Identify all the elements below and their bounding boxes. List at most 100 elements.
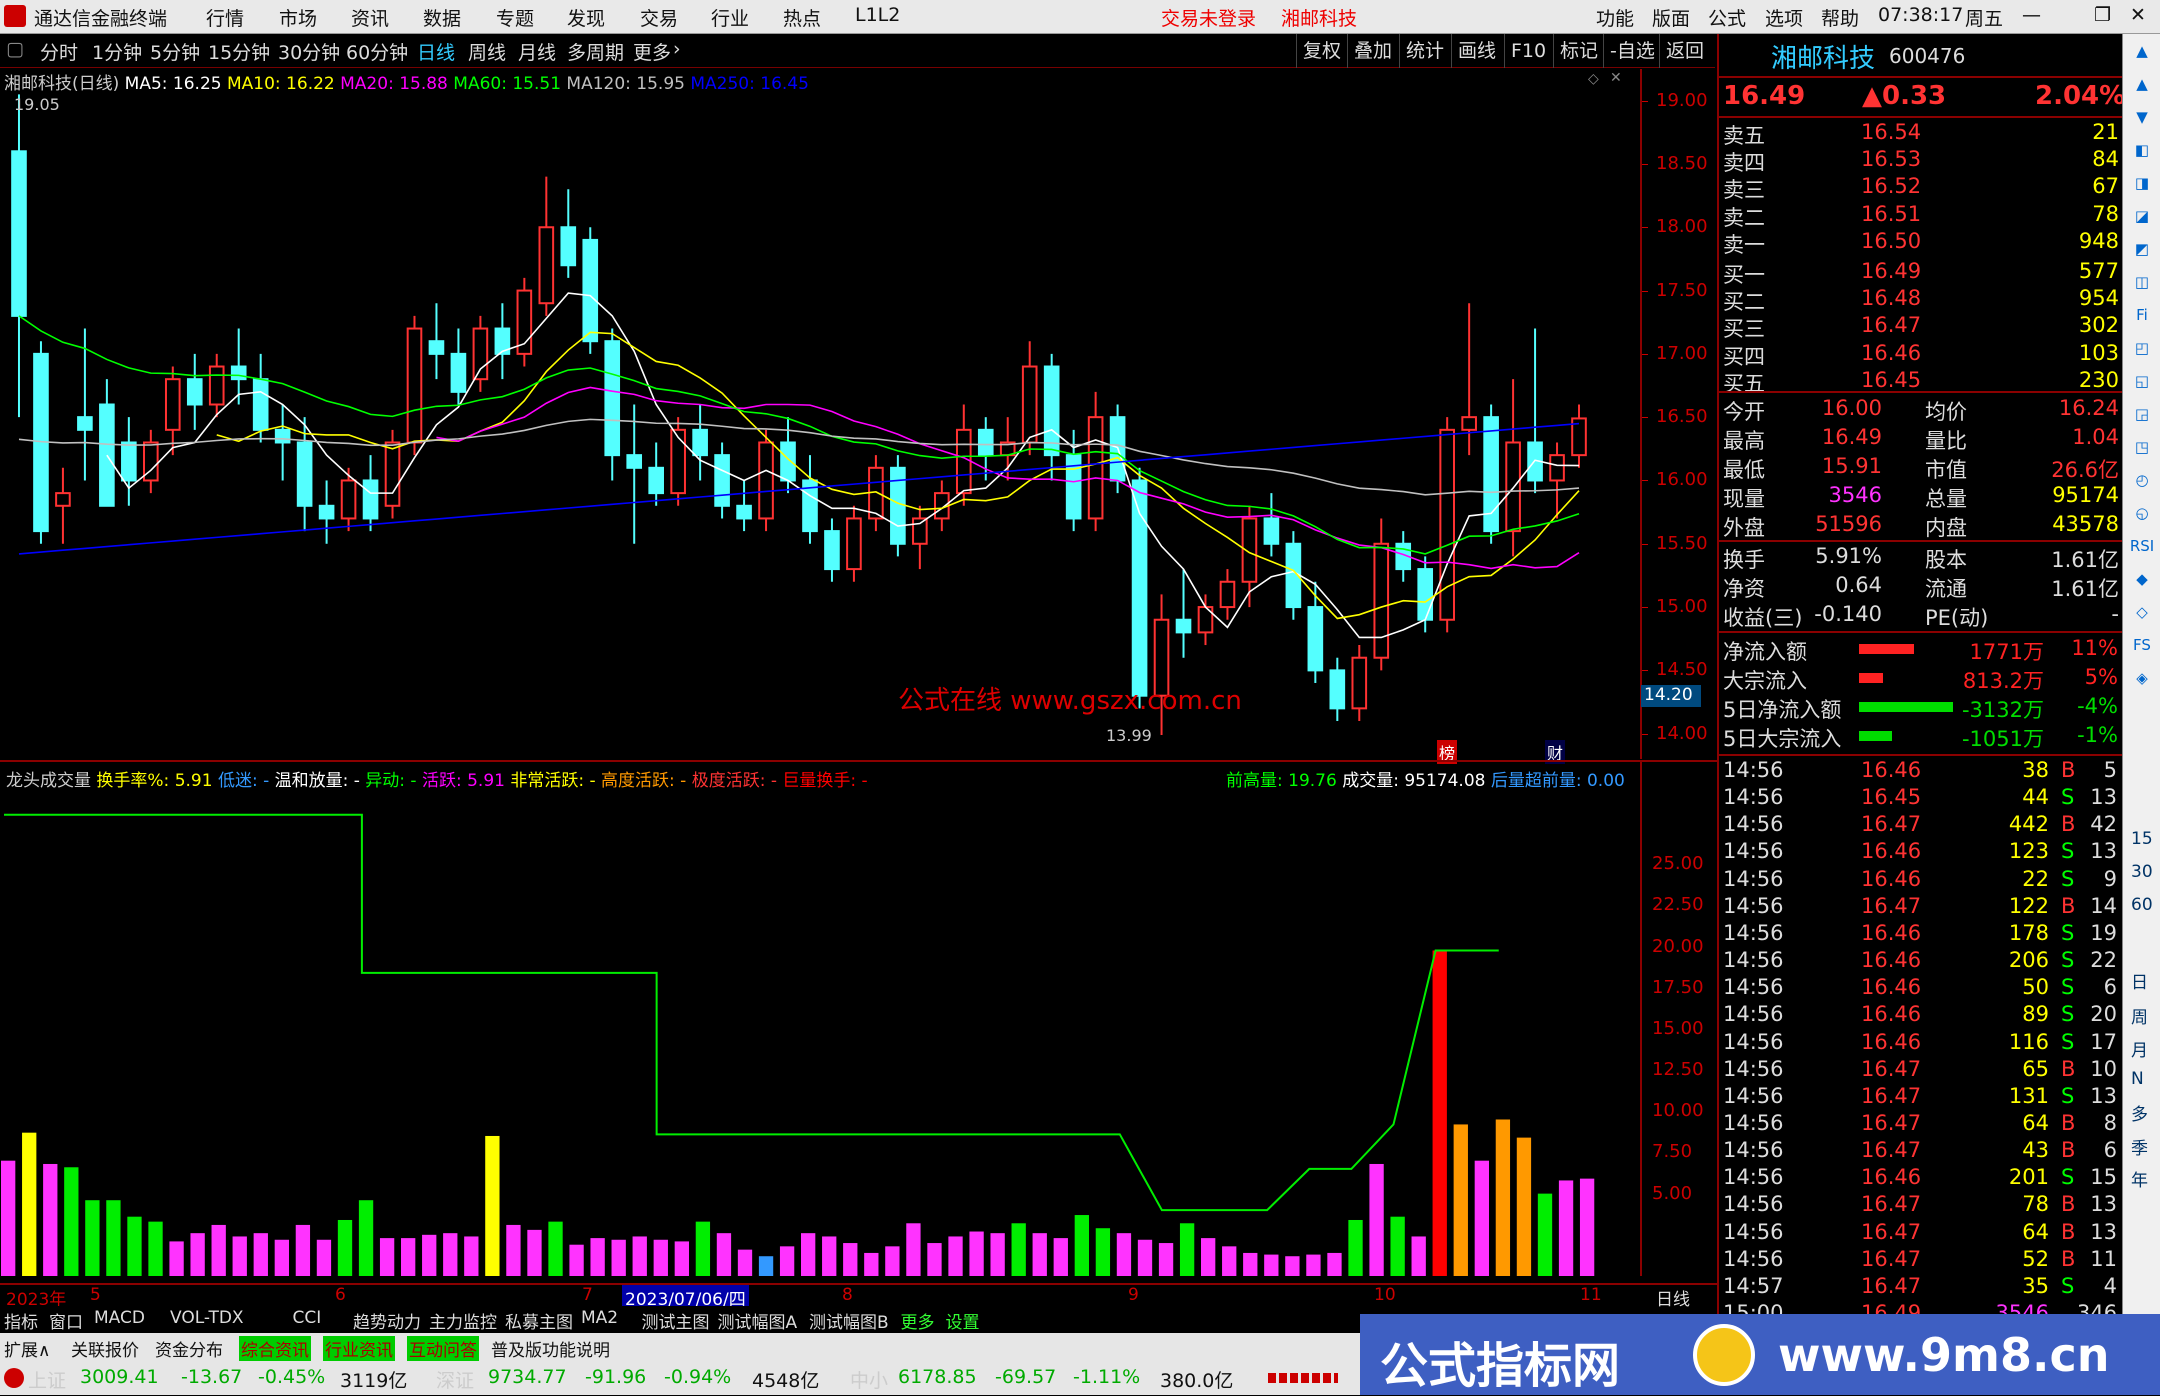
side-tool-icon[interactable]: ◫ xyxy=(2128,273,2156,299)
menu-item[interactable]: 资讯 xyxy=(351,4,389,31)
minimize-icon[interactable]: — xyxy=(2022,4,2041,26)
side-tool-icon[interactable]: ◳ xyxy=(2128,438,2156,464)
info-tab[interactable]: 综合资讯 xyxy=(239,1336,311,1361)
side-period-2[interactable]: 月 xyxy=(2131,1036,2148,1061)
side-tool-icon[interactable]: Fi xyxy=(2128,306,2156,332)
tf-tab[interactable]: 分时 xyxy=(40,38,78,65)
toolbar-button[interactable]: 统计 xyxy=(1399,34,1450,68)
menu-item[interactable]: 交易 xyxy=(640,4,678,31)
side-period-9[interactable]: 60 xyxy=(2131,895,2153,915)
menu-item[interactable]: 市场 xyxy=(279,4,317,31)
side-period-1[interactable]: 周 xyxy=(2131,1003,2148,1028)
tf-tab[interactable]: 60分钟 xyxy=(346,38,408,65)
info-tab[interactable]: 互动问答 xyxy=(407,1336,479,1361)
side-tool-icon[interactable]: ◴ xyxy=(2128,471,2156,497)
side-tool-icon[interactable]: ◱ xyxy=(2128,372,2156,398)
side-tool-icon[interactable]: ◵ xyxy=(2128,504,2156,530)
side-tool-icon[interactable]: ▼ xyxy=(2128,108,2156,134)
menu-item[interactable]: L1L2 xyxy=(855,4,900,26)
toolbar-button[interactable]: 返回 xyxy=(1659,34,1710,68)
info-tab[interactable]: 行业资讯 xyxy=(323,1336,395,1361)
tf-tab[interactable]: 多周期 xyxy=(567,38,624,65)
side-tool-icon[interactable]: ▲ xyxy=(2128,75,2156,101)
side-tool-icon[interactable]: FS xyxy=(2128,636,2156,662)
menu-item[interactable]: 热点 xyxy=(783,4,821,31)
volume-bar xyxy=(422,1234,437,1276)
tf-tab[interactable]: 5分钟 xyxy=(150,38,200,65)
info-tab[interactable]: 资金分布 xyxy=(155,1336,223,1361)
side-tool-icon[interactable]: ◩ xyxy=(2128,240,2156,266)
side-period-0[interactable]: 日 xyxy=(2131,968,2148,993)
toolbar-button[interactable]: 标记 xyxy=(1553,34,1604,68)
indicator-tab[interactable]: 设置 xyxy=(946,1308,980,1333)
login-status[interactable]: 交易未登录 xyxy=(1161,4,1256,31)
tf-tab[interactable]: 周线 xyxy=(468,38,506,65)
side-tool-icon[interactable]: ◧ xyxy=(2128,141,2156,167)
volume-chart[interactable] xyxy=(0,790,1640,1276)
toolbar-button[interactable]: 叠加 xyxy=(1347,34,1398,68)
order-row: 卖三 16.52 67 xyxy=(1719,174,2122,202)
indicator-tab[interactable]: 趋势动力 xyxy=(353,1308,421,1333)
menu-item-right[interactable]: 版面 xyxy=(1652,4,1690,31)
tf-tab[interactable]: 更多 xyxy=(633,38,671,65)
indicator-tab[interactable]: VOL-TDX xyxy=(170,1308,244,1328)
chart-settings-icon[interactable]: ▢ xyxy=(6,38,24,60)
price-chart[interactable] xyxy=(0,69,1640,759)
info-tab[interactable]: 关联报价 xyxy=(71,1336,139,1361)
menu-item-right[interactable]: 公式 xyxy=(1708,4,1746,31)
side-tool-icon[interactable]: ◈ xyxy=(2128,669,2156,695)
indicator-tab[interactable]: 主力监控 xyxy=(429,1308,497,1333)
side-tool-icon[interactable]: RSI xyxy=(2128,537,2156,563)
indicator-tab[interactable]: 指标 xyxy=(4,1308,38,1333)
toolbar-button[interactable]: 复权 xyxy=(1296,34,1347,68)
indicator-tab[interactable]: MACD xyxy=(94,1308,145,1328)
side-period-7[interactable]: 15 xyxy=(2131,829,2153,849)
side-period-8[interactable]: 30 xyxy=(2131,862,2153,882)
side-period-3[interactable]: N xyxy=(2131,1069,2144,1089)
tf-tab[interactable]: 15分钟 xyxy=(208,38,270,65)
tf-tab[interactable]: 1分钟 xyxy=(92,38,142,65)
menu-item[interactable]: 发现 xyxy=(567,4,605,31)
restore-icon[interactable]: ❐ xyxy=(2094,4,2111,26)
side-tool-icon[interactable]: ◰ xyxy=(2128,339,2156,365)
menu-item-right[interactable]: 功能 xyxy=(1596,4,1634,31)
close-icon[interactable]: ✕ xyxy=(2130,4,2146,26)
stock-link[interactable]: 湘邮科技 xyxy=(1281,4,1357,31)
side-tool-icon[interactable]: ◇ xyxy=(2128,603,2156,629)
indicator-tab[interactable]: 测试幅图B xyxy=(809,1308,889,1333)
side-period-5[interactable]: 季 xyxy=(2131,1134,2148,1159)
menu-item[interactable]: 专题 xyxy=(496,4,534,31)
indicator-tab[interactable]: 窗口 xyxy=(49,1308,83,1333)
side-tool-icon[interactable]: ◨ xyxy=(2128,174,2156,200)
info-tab[interactable]: 扩展∧ xyxy=(4,1336,50,1361)
indicator-tab[interactable]: 私募主图 xyxy=(505,1308,573,1333)
side-tool-icon[interactable]: ◆ xyxy=(2128,570,2156,596)
tf-tab[interactable]: 30分钟 xyxy=(278,38,340,65)
indicator-tab[interactable]: 测试幅图A xyxy=(718,1308,798,1333)
menu-item[interactable]: 数据 xyxy=(423,4,461,31)
index-label[interactable]: 深证 xyxy=(436,1366,474,1393)
tf-tab[interactable]: 月线 xyxy=(518,38,556,65)
trade-tick-row: 14:56 16.47 442 B 42 xyxy=(1719,812,2122,839)
indicator-tab[interactable]: CCI xyxy=(293,1308,322,1328)
side-period-6[interactable]: 年 xyxy=(2131,1166,2148,1191)
toolbar-button[interactable]: -自选 xyxy=(1603,34,1661,68)
side-period-4[interactable]: 多 xyxy=(2131,1100,2148,1125)
menu-item[interactable]: 行情 xyxy=(206,4,244,31)
tf-tab-active[interactable]: 日线 xyxy=(417,38,455,65)
toolbar-button[interactable]: 画线 xyxy=(1451,34,1502,68)
toolbar-button[interactable]: F10 xyxy=(1504,34,1552,68)
menu-item[interactable]: 行业 xyxy=(711,4,749,31)
chevron-right-icon[interactable]: › xyxy=(673,38,681,60)
indicator-tab[interactable]: 测试主图 xyxy=(642,1308,710,1333)
menu-item-right[interactable]: 选项 xyxy=(1765,4,1803,31)
side-tool-icon[interactable]: ◲ xyxy=(2128,405,2156,431)
indicator-tab[interactable]: MA2 xyxy=(581,1308,618,1328)
indicator-tab[interactable]: 更多 xyxy=(901,1308,935,1333)
side-tool-icon[interactable]: ◪ xyxy=(2128,207,2156,233)
side-tool-icon[interactable]: ▲ xyxy=(2128,42,2156,68)
index-label[interactable]: 中小 xyxy=(850,1366,888,1393)
info-tab[interactable]: 普及版功能说明 xyxy=(491,1336,610,1361)
index-label[interactable]: 上证 xyxy=(28,1366,66,1393)
menu-item-right[interactable]: 帮助 xyxy=(1821,4,1859,31)
